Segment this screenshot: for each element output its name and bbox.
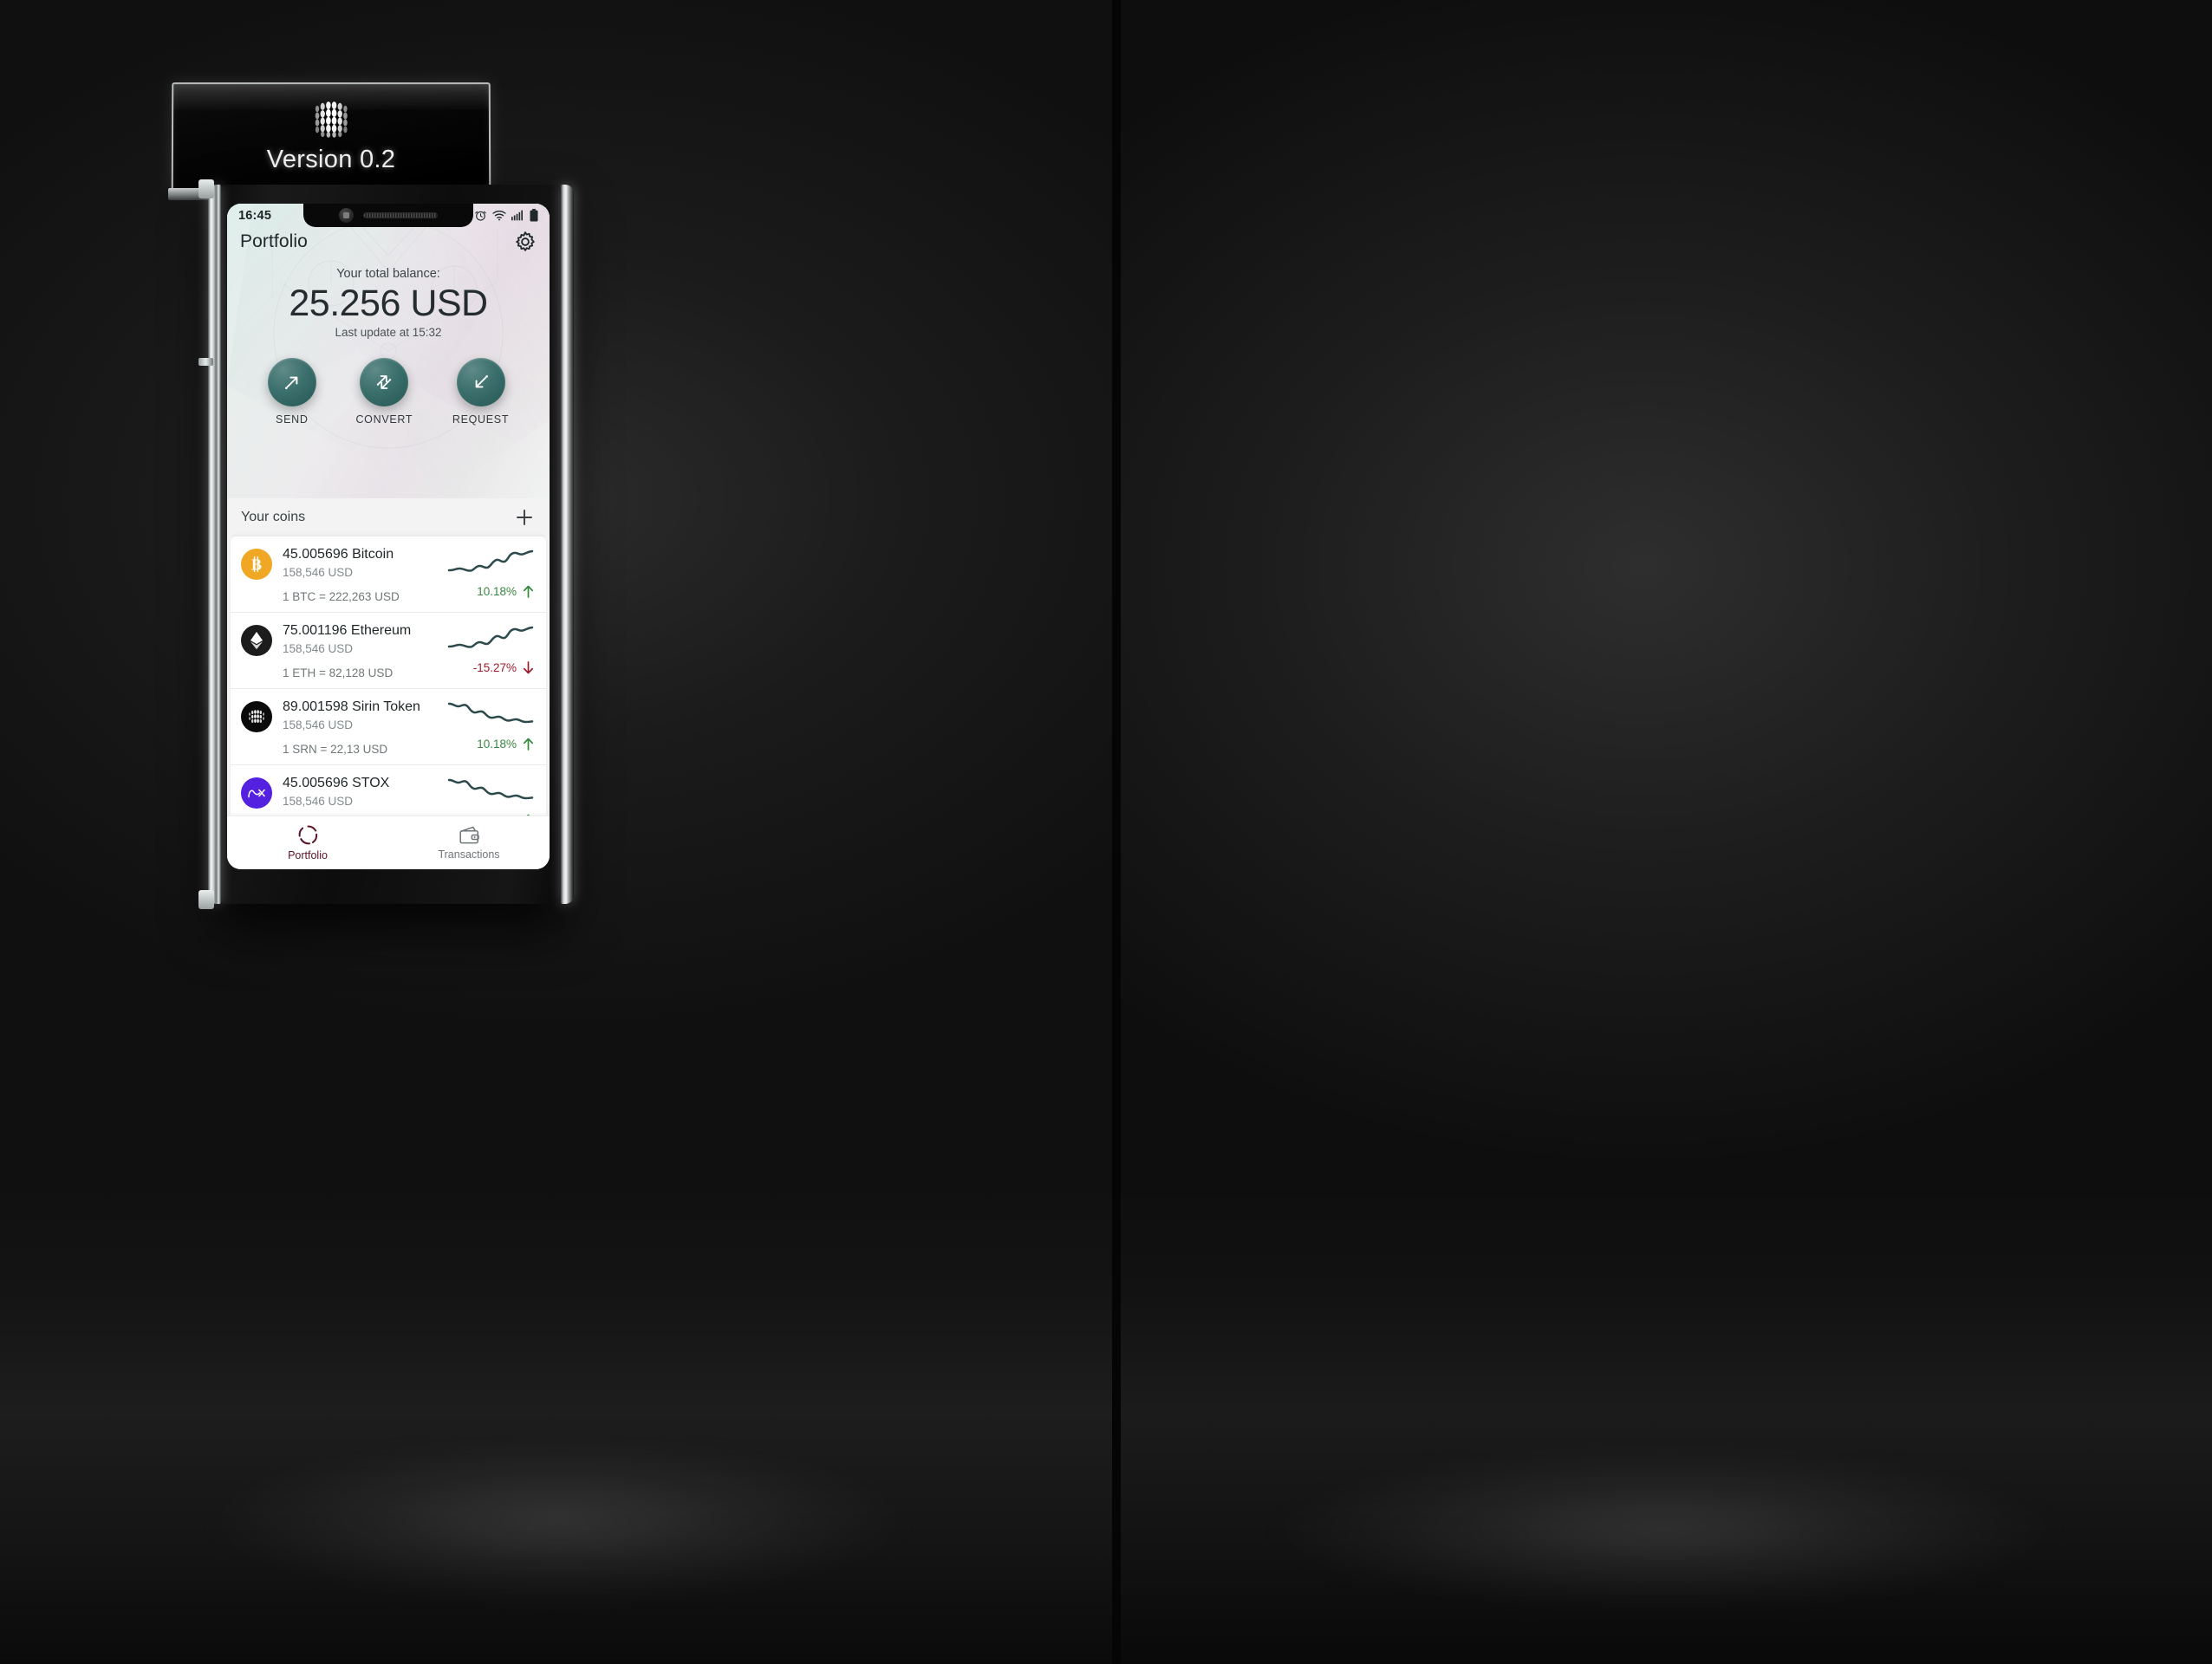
arrow-up-right-icon: [284, 377, 298, 390]
arrow-up-icon: [523, 738, 534, 751]
coin-value: 158,546 USD: [283, 795, 354, 808]
battery-icon: [530, 209, 538, 222]
wifi-icon: [492, 210, 506, 221]
coin-row-stox[interactable]: 45.005696 STOX 158,546 USD 1 STOX =$222,…: [231, 765, 546, 816]
nav-item-transactions-label: Transactions: [438, 848, 500, 861]
wallet-icon: [459, 826, 479, 843]
volume-button[interactable]: [198, 358, 213, 366]
app-header: 16:45 Portfolio Your total balance: 25.2…: [227, 204, 550, 498]
coin-amount: 45.005696 Bitcoin: [283, 547, 394, 562]
coin-list[interactable]: B 45.005696 Bitcoin 158,546 USD 1 BTC = …: [231, 536, 546, 816]
bitcoin-icon: B: [241, 549, 272, 580]
left-frame-rail: [198, 179, 221, 909]
request-button-circle: [456, 358, 505, 407]
sparkline-falling: [447, 702, 534, 724]
send-button-circle: [267, 358, 316, 407]
status-time: 16:45: [238, 208, 272, 223]
nav-item-portfolio[interactable]: Portfolio: [227, 816, 388, 869]
coin-amount: 45.005696 STOX: [283, 776, 390, 790]
coin-change-value: 10.18%: [477, 738, 517, 751]
coin-change-value: 10.18%: [477, 814, 517, 816]
sparkline-rising: [447, 549, 534, 572]
coins-section-title: Your coins: [241, 510, 306, 524]
signal-icon: [511, 210, 523, 221]
coin-row-bitcoin[interactable]: B 45.005696 Bitcoin 158,546 USD 1 BTC = …: [231, 536, 546, 613]
app-title-row: Portfolio: [227, 227, 550, 253]
left-panel-front-view: Version 0.2 16:45 Portfolio Your total b…: [0, 0, 1116, 1664]
nav-item-transactions[interactable]: Transactions: [388, 816, 550, 869]
coin-row-ethereum[interactable]: 75.001196 Ethereum 158,546 USD 1 ETH = 8…: [231, 613, 546, 689]
svg-text:B: B: [251, 556, 262, 574]
coins-section-header: Your coins: [227, 498, 550, 536]
sparkline-falling: [447, 778, 534, 800]
balance-last-update: Last update at 15:32: [335, 326, 442, 340]
convert-button-label: CONVERT: [355, 413, 413, 426]
nav-item-portfolio-label: Portfolio: [288, 849, 328, 861]
ethereum-icon: [241, 625, 272, 656]
stox-icon: [241, 777, 272, 809]
balance-block: Your total balance: 25.256 USD Last upda…: [227, 267, 550, 339]
convert-button-circle: [360, 358, 409, 407]
coin-value: 158,546 USD: [283, 718, 354, 731]
coin-change: -15.27%: [473, 661, 534, 674]
coin-rate: 1 BTC = 222,263 USD: [283, 590, 400, 603]
send-button-label: SEND: [276, 413, 309, 426]
secondary-display-version-label: Version 0.2: [266, 145, 396, 174]
right-panel-back-view: SIRIN FINNEYTM: [1116, 0, 2212, 1664]
phone-front-device: Version 0.2 16:45 Portfolio Your total b…: [168, 82, 574, 909]
coin-change: 10.18%: [477, 814, 534, 816]
panel-divider: [1112, 0, 1121, 1664]
plus-icon: [517, 510, 532, 525]
request-button-label: REQUEST: [452, 413, 510, 426]
coin-value: 158,546 USD: [283, 642, 354, 655]
add-coin-button[interactable]: [513, 506, 536, 529]
coin-rate: 1 ETH = 82,128 USD: [283, 666, 394, 679]
sirin-token-icon: [241, 701, 272, 732]
phone-chassis: 16:45 Portfolio Your total balance: 25.2…: [198, 179, 574, 909]
coin-amount: 89.001598 Sirin Token: [283, 699, 420, 714]
floor-reflection-glow: [1265, 1447, 2063, 1612]
coin-rate: 1 SRN = 22,13 USD: [283, 743, 388, 756]
convert-arrows-icon: [377, 375, 392, 390]
quick-actions: SEND CONVERT REQUEST: [227, 358, 550, 426]
phone-screen: 16:45 Portfolio Your total balance: 25.2…: [227, 204, 550, 869]
status-bar: 16:45: [227, 204, 550, 227]
coin-change: 10.18%: [477, 585, 534, 598]
send-button[interactable]: SEND: [267, 358, 316, 426]
alarm-icon: [475, 211, 486, 221]
coin-amount: 75.001196 Ethereum: [283, 623, 412, 638]
status-icon-group: [474, 209, 538, 222]
coin-row-sirin-token[interactable]: 89.001598 Sirin Token 158,546 USD 1 SRN …: [231, 689, 546, 765]
secondary-display: Version 0.2: [171, 82, 491, 192]
frame-cap-bottom-left: [198, 890, 214, 909]
frame-cap-top-left: [198, 179, 214, 198]
gear-icon[interactable]: [514, 231, 537, 253]
floor-reflection-glow: [203, 1439, 914, 1603]
page-title: Portfolio: [240, 231, 308, 251]
screenshot-stage: Version 0.2 16:45 Portfolio Your total b…: [0, 0, 2212, 1664]
arrow-down-left-icon: [475, 375, 488, 388]
balance-amount: 25.256 USD: [289, 283, 488, 324]
right-frame-rail: [561, 185, 574, 904]
request-button[interactable]: REQUEST: [452, 358, 509, 426]
arrow-up-icon: [523, 585, 534, 598]
balance-label: Your total balance:: [336, 267, 440, 281]
coin-change: 10.18%: [477, 738, 534, 751]
portfolio-app: 16:45 Portfolio Your total balance: 25.2…: [227, 204, 550, 869]
arrow-down-icon: [523, 661, 534, 674]
sirin-ring-icon: [298, 825, 317, 845]
convert-button[interactable]: CONVERT: [355, 358, 413, 426]
coin-change-value: -15.27%: [472, 661, 517, 674]
sirin-sphere-logo: [315, 101, 348, 138]
bottom-navigation: Portfolio Transactions: [227, 816, 550, 869]
arrow-up-icon: [526, 814, 530, 816]
sparkline-rising: [447, 626, 534, 648]
coin-change-value: 10.18%: [477, 585, 517, 598]
coin-value: 158,546 USD: [283, 566, 354, 579]
